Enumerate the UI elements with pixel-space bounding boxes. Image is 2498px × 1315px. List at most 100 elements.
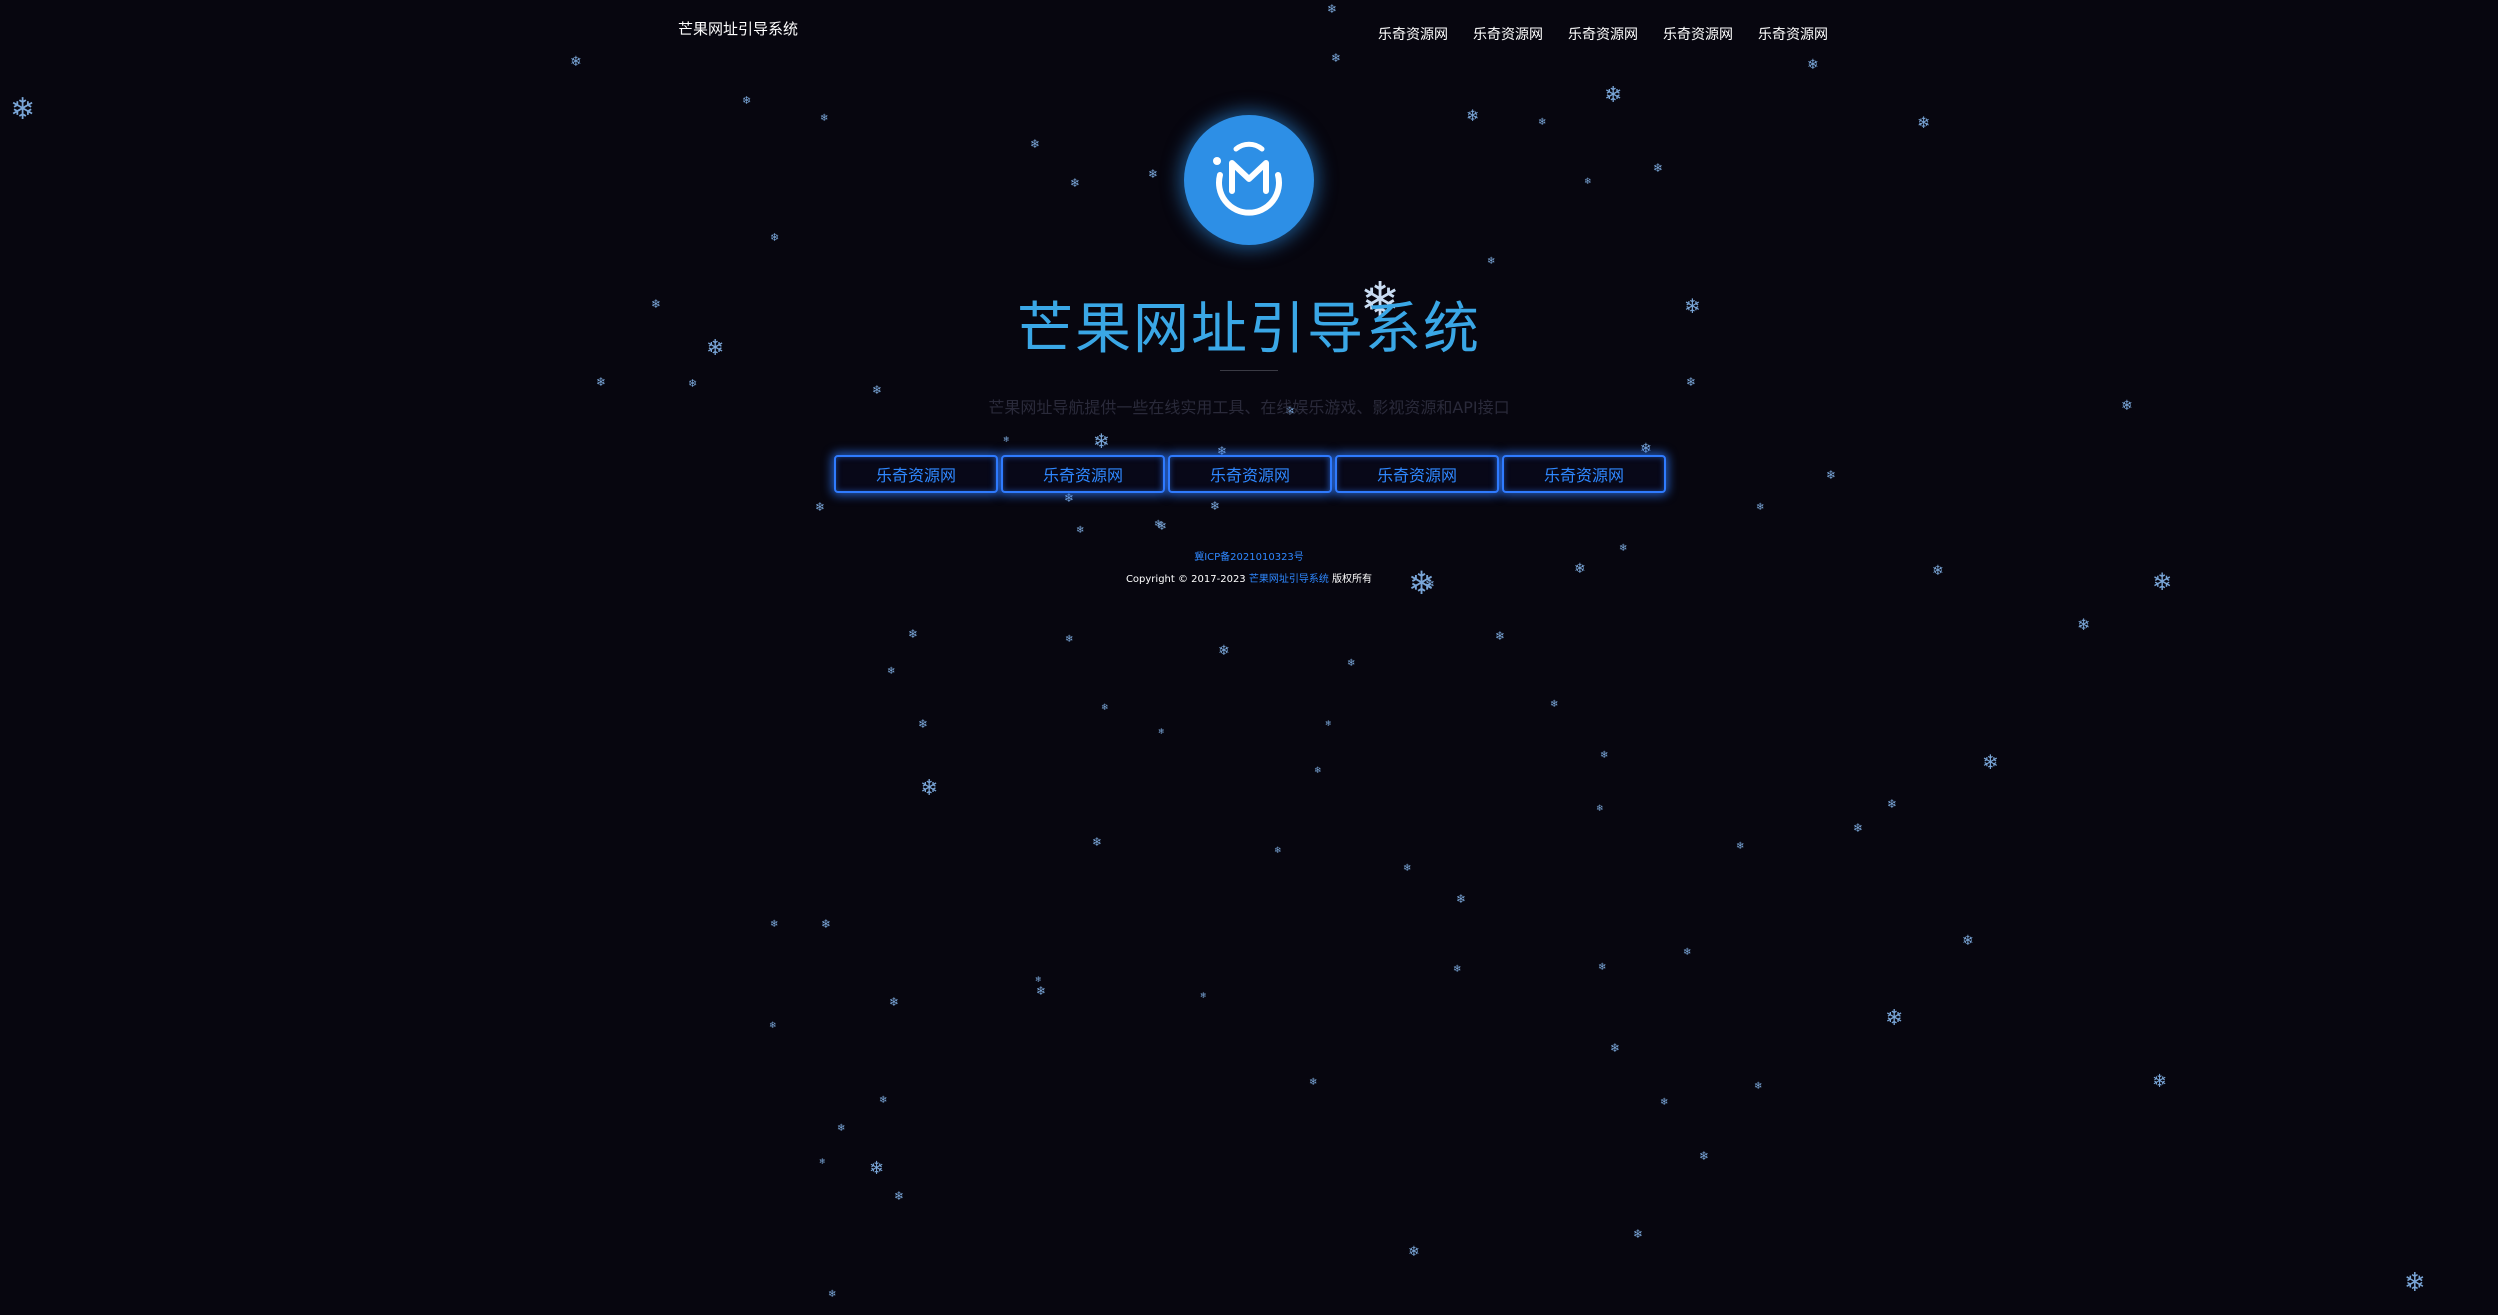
snowflake-icon: ❄ (1325, 719, 1332, 728)
snowflake-icon: ❄ (1036, 984, 1047, 998)
snowflake-icon: ❄ (1610, 1041, 1621, 1055)
copyright-suffix: 版权所有 (1332, 574, 1373, 585)
snowflake-icon: ❄ (1885, 1006, 1904, 1031)
snowflake-icon: ❄ (1064, 491, 1075, 505)
snowflake-icon: ❄ (1309, 1077, 1318, 1088)
nav-link-2[interactable]: 乐奇资源网 (1473, 24, 1568, 44)
snowflake-icon: ❄ (1756, 502, 1765, 513)
nav-link-5[interactable]: 乐奇资源网 (1758, 24, 1853, 44)
snowflake-icon: ❄ (570, 54, 582, 70)
snowflake-icon: ❄ (1962, 933, 1974, 949)
snowflake-icon: ❄ (821, 917, 832, 931)
snowflake-icon: ❄ (889, 995, 900, 1009)
snowflake-icon: ❄ (1101, 703, 1109, 713)
snowflake-icon: ❄ (1466, 106, 1480, 125)
snowflake-icon: ❄ (819, 1157, 826, 1166)
site-title[interactable]: 芒果网址引导系统 (678, 18, 798, 39)
snowflake-icon: ❄ (2077, 615, 2091, 634)
snowflake-icon: ❄ (918, 717, 929, 731)
snowflake-icon: ❄ (879, 1095, 888, 1106)
snowflake-icon: ❄ (1598, 962, 1607, 973)
link-button-3[interactable]: 乐奇资源网 (1168, 455, 1332, 493)
snowflake-icon: ❄ (1604, 83, 1623, 108)
snowflake-icon: ❄ (1495, 629, 1506, 643)
snowflake-icon: ❄ (1030, 137, 1041, 151)
snowflake-icon: ❄ (1982, 750, 1999, 774)
snowflake-icon: ❄ (770, 919, 779, 930)
snowflake-icon: ❄ (1487, 256, 1496, 267)
snowflake-icon: ❄ (1092, 835, 1103, 849)
snowflake-icon: ❄ (1200, 991, 1207, 1000)
snowflake-icon: ❄ (1584, 177, 1592, 187)
snowflake-icon: ❄ (887, 666, 896, 677)
snowflake-icon: ❄ (1653, 161, 1664, 175)
snowflake-icon: ❄ (828, 1289, 837, 1300)
title-divider (1220, 370, 1278, 371)
icp-link[interactable]: 冀ICP备2021010323号 (0, 548, 2498, 563)
snowflake-icon: ❄ (1699, 1149, 1710, 1163)
snowflake-icon: ❄ (837, 1123, 846, 1134)
snowflake-icon: ❄ (1076, 525, 1085, 536)
snowflake-icon: ❄ (1314, 766, 1322, 776)
nav-link-4[interactable]: 乐奇资源网 (1663, 24, 1758, 44)
snowflake-icon: ❄ (815, 500, 826, 514)
snowflake-icon: ❄ (770, 231, 780, 244)
snowflake-icon: ❄ (1660, 1097, 1669, 1108)
snowflake-icon: ❄ (1596, 804, 1604, 814)
snowflake-icon: ❄ (1683, 947, 1692, 958)
snowflake-icon: ❄ (908, 627, 919, 641)
snowflake-icon: ❄ (1327, 2, 1338, 16)
page: ❄ ❄ ❄ ❄ ❄ ❄ ❄ ❄ ❄ ❄ ❄ ❄ ❄ ❄ ❄ ❄ ❄ ❄ ❄ ❄ ❄ ❄ ❄ ❄ ❄ ❄ ❄ ❄ ❄ ❄ ❄ ❄ ❄ ❄ ❄ ❄ ❄ ❄ ❄ ❄… (0, 0, 2498, 1315)
snowflake-icon: ❄ (1035, 975, 1042, 984)
snowflake-icon: ❄ (1736, 841, 1745, 852)
nav-link-1[interactable]: 乐奇资源网 (1378, 24, 1473, 44)
snowflake-icon: ❄ (869, 1158, 885, 1179)
snowflake-icon: ❄ (920, 776, 939, 801)
snowflake-icon: ❄ (688, 377, 698, 390)
snowflake-icon: ❄ (1274, 846, 1282, 856)
top-nav: 乐奇资源网 乐奇资源网 乐奇资源网 乐奇资源网 乐奇资源网 (1378, 24, 1853, 44)
snowflake-icon: ❄ (596, 375, 607, 389)
snowflake-icon: ❄ (1070, 176, 1081, 190)
snowflake-icon: ❄ (1158, 727, 1165, 736)
snowflake-icon: ❄ (1148, 167, 1159, 181)
snowflake-icon: ❄ (1826, 468, 1837, 482)
snowflake-icon: ❄ (1887, 797, 1898, 811)
snowflake-icon: ❄ (1453, 964, 1462, 975)
snowflake-icon: ❄ (1210, 499, 1221, 513)
snowflake-icon: ❄ (1456, 892, 1467, 906)
hero-description: 芒果网址导航提供一些在线实用工具、在线娱乐游戏、影视资源和API接口 (988, 398, 1510, 417)
snowflake-icon: ❄ (1686, 375, 1697, 389)
snowflake-icon: ❄ (1550, 699, 1559, 710)
link-button-row: 乐奇资源网 乐奇资源网 乐奇资源网 乐奇资源网 乐奇资源网 (834, 455, 1666, 493)
snowflake-icon: ❄ (1633, 1227, 1644, 1241)
link-button-5[interactable]: 乐奇资源网 (1502, 455, 1666, 493)
mango-logo-icon (1184, 115, 1314, 245)
snowflake-icon: ❄ (1218, 643, 1230, 659)
hero-title: 芒果网址引导系统 (1017, 297, 1481, 362)
snowflake-icon: ❄ (1157, 519, 1168, 533)
link-button-4[interactable]: 乐奇资源网 (1335, 455, 1499, 493)
snowflake-icon: ❄ (1853, 821, 1864, 835)
snowflake-icon: ❄ (1403, 863, 1412, 874)
snowflake-icon: ❄ (769, 1021, 777, 1031)
snowflake-icon: ❄ (1347, 658, 1356, 669)
snowflake-icon: ❄ (1807, 57, 1819, 73)
snowflake-icon: ❄ (1917, 113, 1931, 132)
link-button-1[interactable]: 乐奇资源网 (834, 455, 998, 493)
snowflake-icon: ❄ (2404, 1268, 2426, 1298)
snowflake-icon: ❄ (1640, 441, 1652, 457)
snowflake-icon: ❄ (1003, 435, 1010, 444)
snowflake-icon: ❄ (10, 92, 36, 127)
nav-link-3[interactable]: 乐奇资源网 (1568, 24, 1663, 44)
link-button-2[interactable]: 乐奇资源网 (1001, 455, 1165, 493)
snowflake-icon: ❄ (894, 1189, 905, 1203)
copyright-prefix: Copyright © 2017-2023 (1125, 574, 1246, 585)
copyright-brand-link[interactable]: 芒果网址引导系统 (1249, 574, 1329, 585)
copyright: Copyright © 2017-2023 芒果网址引导系统 版权所有 (0, 570, 2498, 585)
snowflake-icon: ❄ (1538, 117, 1547, 128)
snowflake-icon: ❄ (1331, 51, 1342, 65)
snowflake-icon: ❄ (742, 94, 752, 107)
snowflake-icon: ❄ (1093, 429, 1110, 453)
snowflake-icon: ❄ (2152, 1071, 2168, 1092)
